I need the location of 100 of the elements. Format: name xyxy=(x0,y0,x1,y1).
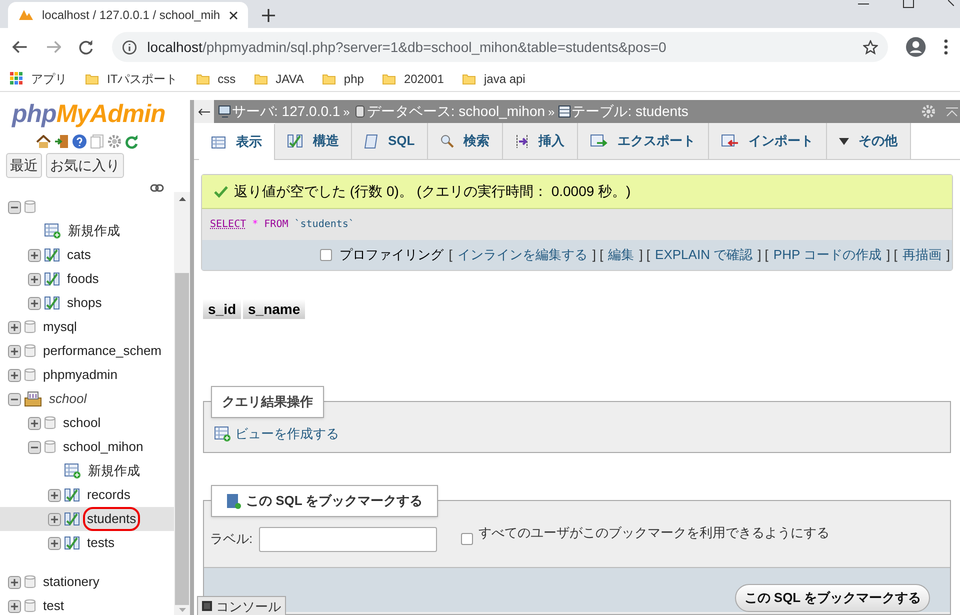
tree-row-highlight[interactable]: students xyxy=(0,507,174,531)
collapse-icon[interactable] xyxy=(28,440,41,454)
new-link[interactable]: 新規作成 xyxy=(84,459,144,483)
new-table-icon xyxy=(64,463,81,479)
action-link[interactable]: PHP コードの作成 xyxy=(773,245,882,265)
breadcrumb-link[interactable]: データベース: school_mihon xyxy=(366,101,546,122)
database-name-link[interactable]: mysql xyxy=(39,315,81,339)
table-name-link[interactable]: tests xyxy=(83,531,118,555)
create-view-link[interactable]: ビューを作成する xyxy=(235,424,339,444)
maximize-icon[interactable] xyxy=(903,0,914,8)
expand-icon[interactable] xyxy=(8,344,21,358)
nav-tab[interactable]: エクスポート xyxy=(578,123,709,159)
menu-icon[interactable] xyxy=(944,39,948,55)
expand-icon[interactable] xyxy=(48,488,61,502)
info-icon[interactable] xyxy=(122,40,138,54)
expand-icon[interactable] xyxy=(8,320,21,334)
database-name-link[interactable]: school xyxy=(45,387,91,411)
link-icon[interactable] xyxy=(150,184,164,192)
sidebar-tab-button[interactable]: お気に入り xyxy=(46,153,124,178)
action-link[interactable]: 編集 xyxy=(608,245,634,265)
breadcrumb-link[interactable]: サーバ: 127.0.0.1 xyxy=(232,101,340,122)
scroll-up-arrow-icon[interactable] xyxy=(178,197,186,201)
table-name-link[interactable]: shops xyxy=(63,291,106,315)
account-icon[interactable] xyxy=(906,37,926,57)
database-icon xyxy=(24,200,36,214)
new-link[interactable]: 新規作成 xyxy=(64,219,124,243)
table-name-link[interactable]: foods xyxy=(63,267,103,291)
bookmark-link[interactable]: java api xyxy=(462,70,526,88)
database-name-link[interactable]: performance_schem xyxy=(39,339,166,363)
bookmark-button[interactable]: この SQL をブックマークする xyxy=(735,584,930,612)
column-header[interactable]: s_name xyxy=(243,299,306,319)
table-icon xyxy=(64,512,80,526)
checkbox[interactable] xyxy=(320,249,332,261)
action-link[interactable]: 再描画 xyxy=(902,245,942,265)
console-tab[interactable]: コンソール xyxy=(197,596,286,615)
exit-door-icon[interactable] xyxy=(54,134,69,149)
bookmark-link[interactable]: 202001 xyxy=(382,70,444,88)
label-input-field[interactable] xyxy=(258,526,437,552)
separator-icon: » xyxy=(340,102,353,120)
database-name-link[interactable]: school_mihon xyxy=(59,435,148,459)
close-icon[interactable] xyxy=(948,0,954,6)
panel-title: クエリ結果操作 xyxy=(211,386,324,418)
expand-icon[interactable] xyxy=(48,536,61,550)
bookmark-link[interactable]: php xyxy=(322,70,364,88)
separator-icon: » xyxy=(545,102,558,120)
collapse-icon[interactable] xyxy=(8,200,21,214)
phpmyadmin-logo[interactable]: phpMyAdmin xyxy=(0,100,190,128)
reload-icon[interactable] xyxy=(79,40,94,54)
expand-icon[interactable] xyxy=(8,368,21,382)
nav-tab[interactable]: 表示 xyxy=(199,124,275,160)
database-name-link[interactable]: stationery xyxy=(39,570,104,594)
table-name-link[interactable]: cats xyxy=(63,243,95,267)
expand-icon[interactable] xyxy=(8,576,21,588)
new-tab-icon[interactable] xyxy=(262,9,275,22)
action-link[interactable]: EXPLAIN で確認 xyxy=(655,245,753,265)
scrollbar[interactable] xyxy=(174,192,190,615)
help-icon[interactable] xyxy=(72,134,87,149)
success-message: 返り値が空でした (行数 0)。 (クエリの実行時間： 0.0009 秒。) xyxy=(202,175,952,209)
database-name-link[interactable]: school xyxy=(59,411,105,435)
database-name-link[interactable]: test xyxy=(39,594,68,615)
settings-icon[interactable] xyxy=(107,134,122,149)
home-icon[interactable] xyxy=(36,134,51,148)
folder-icon xyxy=(85,72,99,84)
expand-icon[interactable] xyxy=(28,248,41,262)
nav-tab[interactable]: その他 xyxy=(826,123,911,159)
bookmark-link[interactable]: アプリ xyxy=(10,70,67,88)
nav-tab[interactable]: 挿入 xyxy=(502,123,578,159)
expand-icon[interactable] xyxy=(48,512,61,526)
folder-icon xyxy=(196,72,210,84)
sidebar-tab-button[interactable]: 最近 xyxy=(6,153,42,178)
table-name-link[interactable]: students xyxy=(83,507,140,531)
nav-tab[interactable]: 構造 xyxy=(275,123,352,159)
table-icon xyxy=(44,272,60,286)
close-icon[interactable] xyxy=(229,10,238,20)
database-name-link[interactable]: phpmyadmin xyxy=(39,363,122,387)
nav-tab[interactable]: SQL xyxy=(352,123,428,159)
column-header[interactable]: s_id xyxy=(203,299,242,319)
star-icon[interactable] xyxy=(863,40,878,54)
expand-icon[interactable] xyxy=(8,600,21,612)
address-bar[interactable]: localhost/phpmyadmin/sql.php?server=1&db=school_mihon&table=students&pos=0 xyxy=(112,32,888,62)
bookmark-link[interactable]: css xyxy=(196,70,236,88)
table-name-link[interactable]: records xyxy=(83,483,134,507)
action-link[interactable]: インラインを編集する xyxy=(457,245,588,265)
expand-icon[interactable] xyxy=(28,272,41,286)
bookmark-link[interactable]: JAVA xyxy=(254,70,304,88)
expand-icon[interactable] xyxy=(28,416,41,430)
minimize-icon[interactable] xyxy=(858,3,869,5)
database-group-icon xyxy=(24,391,42,407)
bracket-text: ] [ xyxy=(639,246,650,264)
reload-icon[interactable] xyxy=(125,134,138,148)
checkbox[interactable] xyxy=(460,533,473,545)
back-arrow-icon[interactable] xyxy=(12,40,28,54)
browser-tab[interactable]: localhost / 127.0.0.1 / school_mih xyxy=(8,2,248,28)
expand-icon[interactable] xyxy=(28,296,41,310)
nav-tab[interactable]: インポート xyxy=(708,123,827,159)
breadcrumb-link[interactable]: テーブル: students xyxy=(572,101,688,122)
book-icon xyxy=(226,492,241,509)
collapse-icon[interactable] xyxy=(8,392,21,406)
bookmark-link[interactable]: ITパスポート xyxy=(85,70,178,88)
nav-tab[interactable]: 検索 xyxy=(428,123,503,159)
